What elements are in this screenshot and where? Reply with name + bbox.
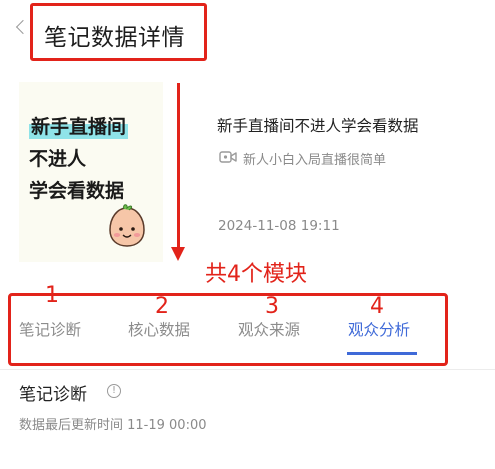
info-circle-icon[interactable]: ! [107,384,121,398]
cover-line-2: 不进人 [29,148,87,170]
annotation-title-box [30,3,207,61]
mascot-illustration [109,204,145,247]
divider [0,369,495,370]
annotation-tabs-box [8,293,448,366]
update-time: 数据最后更新时间 11-19 00:00 [19,418,207,433]
annotation-module-count: 共4个模块 [205,262,307,287]
annotation-arrow-line [177,83,180,248]
section-title: 笔记诊断 [19,385,87,405]
back-chevron-icon[interactable] [15,19,31,35]
annotation-arrow-head [171,247,185,261]
note-subtitle: 新人小白入局直播很简单 [243,153,387,168]
note-title: 新手直播间不进人学会看数据 [217,117,419,135]
cover-line-1: 新手直播间 [29,112,129,139]
video-camera-icon [219,151,237,163]
cover-line-3: 学会看数据 [29,180,125,202]
note-cover-image[interactable]: 新手直播间 不进人 学会看数据 [19,82,163,262]
note-date: 2024-11-08 19:11 [218,218,340,234]
